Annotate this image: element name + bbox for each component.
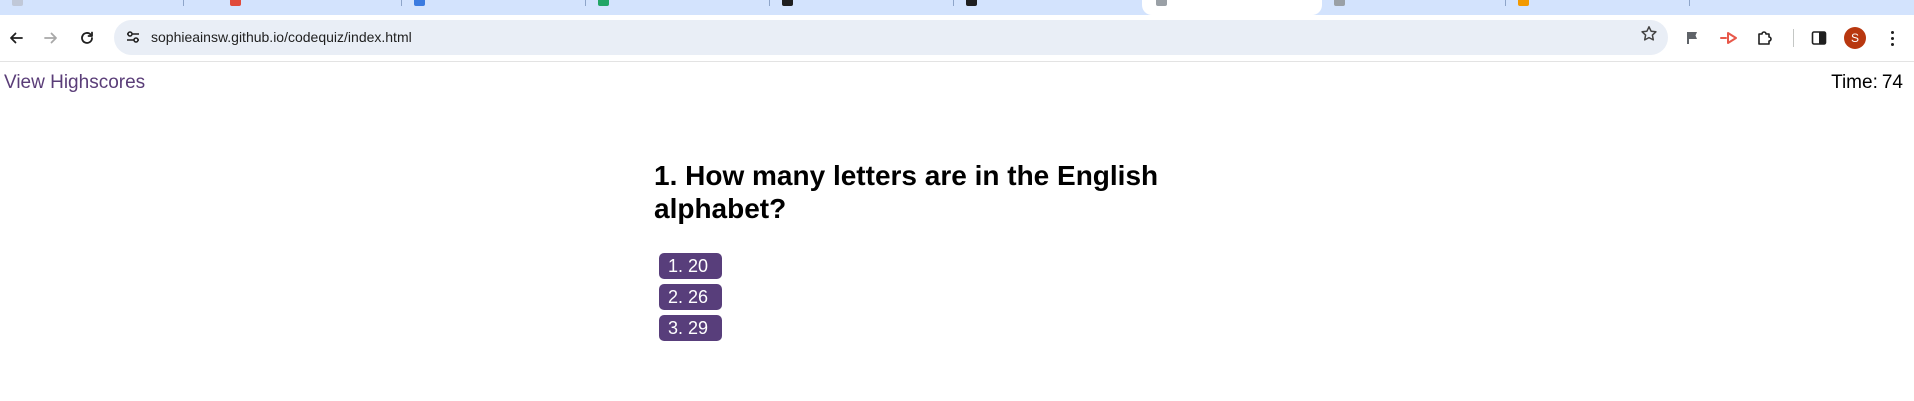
url-text[interactable]: sophieainsw.github.io/codequiz/index.htm… <box>151 29 412 45</box>
reload-icon <box>81 31 93 44</box>
browser-menu-icon[interactable] <box>1882 25 1902 51</box>
page-content: View Highscores Time: 74 1. How many lett… <box>0 62 1914 401</box>
browser-tab[interactable] <box>954 0 1138 15</box>
question-title: 1. How many letters are in the English a… <box>654 160 1159 224</box>
answer-choices: 1. 20 2. 26 3. 29 <box>659 253 722 341</box>
browser-toolbar: sophieainsw.github.io/codequiz/index.htm… <box>0 15 1914 62</box>
tab-separator <box>183 0 184 6</box>
tab-favicon-icon <box>230 0 241 6</box>
address-bar[interactable]: sophieainsw.github.io/codequiz/index.htm… <box>114 20 1668 55</box>
reload-button[interactable] <box>72 23 102 53</box>
tab-favicon-icon <box>782 0 793 6</box>
tab-favicon-icon <box>598 0 609 6</box>
view-highscores-link[interactable]: View Highscores <box>4 72 145 94</box>
extension-record-icon[interactable] <box>1718 27 1740 49</box>
answer-choice-button[interactable]: 2. 26 <box>659 284 722 310</box>
timer-label: Time: <box>1831 72 1878 93</box>
site-info-icon[interactable] <box>124 28 142 46</box>
browser-tab[interactable] <box>1322 0 1506 15</box>
tab-strip <box>0 0 1914 15</box>
tab-favicon-icon <box>966 0 977 6</box>
extension-flag-icon[interactable] <box>1682 27 1704 49</box>
browser-tab[interactable] <box>218 0 402 15</box>
browser-tab-active[interactable] <box>1142 0 1322 15</box>
back-arrow-icon <box>10 32 23 44</box>
tab-favicon-icon <box>1518 0 1529 6</box>
bookmark-star-icon[interactable] <box>1640 25 1658 49</box>
tab-favicon-icon <box>414 0 425 6</box>
tab-favicon-icon <box>1334 0 1345 6</box>
toolbar-divider <box>1793 29 1794 47</box>
browser-tab[interactable] <box>0 0 184 15</box>
answer-choice-button[interactable]: 1. 20 <box>659 253 722 279</box>
timer: Time: 74 <box>1831 72 1903 94</box>
browser-tab[interactable] <box>586 0 770 15</box>
profile-avatar[interactable]: S <box>1844 27 1866 49</box>
answer-choice-button[interactable]: 3. 29 <box>659 315 722 341</box>
back-button[interactable] <box>1 23 31 53</box>
tab-separator <box>1689 0 1690 6</box>
extensions-puzzle-icon[interactable] <box>1754 27 1776 49</box>
tab-favicon-icon <box>1156 0 1167 6</box>
browser-tab[interactable] <box>770 0 954 15</box>
forward-arrow-icon <box>44 32 57 44</box>
timer-value: 74 <box>1881 72 1903 93</box>
browser-tab[interactable] <box>402 0 586 15</box>
browser-tab[interactable] <box>1506 0 1690 15</box>
profile-initial: S <box>1850 31 1859 45</box>
forward-button[interactable] <box>36 23 66 53</box>
side-panel-icon[interactable] <box>1808 27 1830 49</box>
tab-favicon-icon <box>12 0 23 6</box>
tune-icon <box>127 31 139 43</box>
